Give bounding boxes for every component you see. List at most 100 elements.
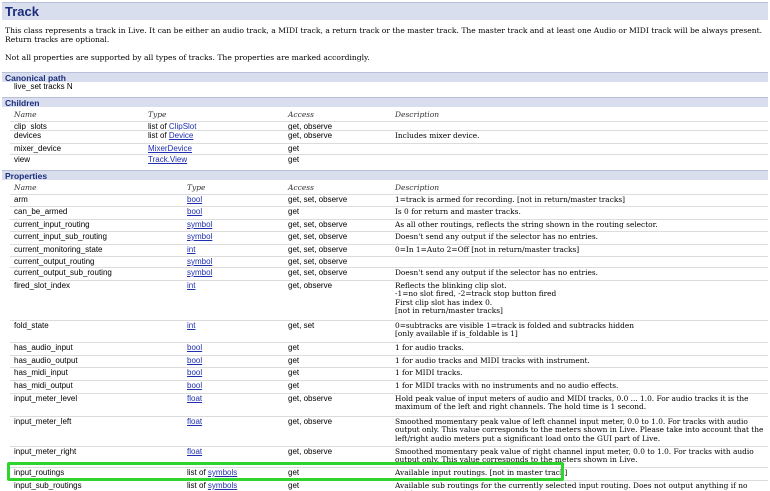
intro-note: Not all properties are supported by all …: [5, 53, 370, 62]
children-header: Children: [2, 97, 768, 108]
type-link[interactable]: bool: [187, 356, 202, 365]
type-link[interactable]: int: [187, 321, 195, 330]
property-type: bool: [187, 368, 202, 377]
property-name: devices: [14, 131, 42, 140]
type-link[interactable]: int: [187, 245, 195, 254]
property-description: 1=track is armed for recording. [not in …: [395, 194, 625, 204]
type-link[interactable]: symbol: [187, 220, 212, 229]
property-access: get, observe: [288, 447, 333, 456]
property-access: get, set, observe: [288, 245, 348, 254]
property-name: current_input_routing: [14, 220, 90, 229]
property-type: symbol: [187, 220, 212, 229]
property-type: list of symbols: [187, 481, 237, 490]
property-type: MixerDevice: [148, 144, 192, 153]
type-prefix: list of: [148, 131, 169, 140]
column-header-description: Description: [395, 110, 440, 119]
canonical-path-header: Canonical path: [2, 72, 768, 83]
type-link[interactable]: symbols: [208, 481, 237, 490]
type-link[interactable]: symbol: [187, 268, 212, 277]
property-access: get: [288, 481, 300, 490]
column-header-name: Name: [14, 110, 37, 119]
type-link[interactable]: bool: [187, 195, 202, 204]
property-name: fold_state: [14, 321, 49, 330]
property-type: int: [187, 321, 195, 330]
property-type: int: [187, 281, 195, 290]
property-access: get, set, observe: [288, 257, 348, 266]
page-title-bar: Track: [2, 2, 768, 20]
property-name: view: [14, 155, 31, 164]
property-name: current_input_sub_routing: [14, 232, 107, 241]
type-link[interactable]: float: [187, 417, 202, 426]
property-type: float: [187, 447, 202, 456]
column-header-type: Type: [148, 110, 167, 119]
type-link[interactable]: bool: [187, 343, 202, 352]
property-type: float: [187, 394, 202, 403]
properties-header: Properties: [2, 170, 768, 181]
type-link[interactable]: MixerDevice: [148, 144, 192, 153]
property-name: has_audio_input: [14, 343, 73, 352]
type-link[interactable]: bool: [187, 368, 202, 377]
property-access: get: [288, 144, 300, 153]
property-type: symbol: [187, 257, 212, 266]
property-description: As all other routings, reflects the stri…: [395, 219, 658, 229]
type-link[interactable]: Track.View: [148, 155, 187, 164]
property-type: float: [187, 417, 202, 426]
row-divider: [10, 256, 768, 257]
column-header-name: Name: [14, 183, 37, 192]
property-name: has_midi_input: [14, 368, 68, 377]
property-access: get, set, observe: [288, 232, 348, 241]
property-name: fired_slot_index: [14, 281, 71, 290]
type-link[interactable]: symbol: [187, 257, 212, 266]
property-name: input_sub_routings: [14, 481, 82, 490]
highlight-box: [7, 462, 564, 481]
property-description: 0=In 1=Auto 2=Off [not in return/master …: [395, 244, 580, 254]
property-type: bool: [187, 381, 202, 390]
property-description: 0=subtracks are visible 1=track is folde…: [395, 320, 634, 339]
type-link[interactable]: bool: [187, 381, 202, 390]
property-description: 1 for audio tracks and MIDI tracks with …: [395, 355, 590, 365]
type-link[interactable]: int: [187, 281, 195, 290]
property-name: has_audio_output: [14, 356, 78, 365]
type-link[interactable]: symbol: [187, 232, 212, 241]
property-description: Hold peak value of input meters of audio…: [395, 393, 749, 412]
property-access: get, set: [288, 321, 315, 330]
property-name: arm: [14, 195, 28, 204]
property-access: get: [288, 207, 300, 216]
property-type: bool: [187, 207, 202, 216]
intro-paragraph: This class represents a track in Live. I…: [5, 26, 763, 44]
property-description: Smoothed momentary peak value of left ch…: [395, 416, 764, 443]
property-type: Track.View: [148, 155, 187, 164]
property-access: get, observe: [288, 281, 333, 290]
property-description: Is 0 for return and master tracks.: [395, 206, 521, 216]
type-link[interactable]: float: [187, 394, 202, 403]
column-header-type: Type: [187, 183, 206, 192]
type-link[interactable]: float: [187, 447, 202, 456]
type-link[interactable]: Device: [169, 131, 193, 140]
property-description: 1 for audio tracks.: [395, 342, 464, 352]
property-name: mixer_device: [14, 144, 62, 153]
property-type: list of Device: [148, 131, 193, 140]
property-name: current_output_routing: [14, 257, 95, 266]
property-type: symbol: [187, 268, 212, 277]
property-name: input_meter_left: [14, 417, 72, 426]
property-description: 1 for MIDI tracks with no instruments an…: [395, 380, 619, 390]
column-header-access: Access: [288, 110, 314, 119]
property-name: can_be_armed: [14, 207, 68, 216]
property-access: get, observe: [288, 131, 333, 140]
property-access: get: [288, 381, 300, 390]
property-description: Doesn't send any output if the selector …: [395, 231, 598, 241]
type-prefix: list of: [187, 481, 208, 490]
property-access: get, set, observe: [288, 195, 348, 204]
property-access: get, set, observe: [288, 220, 348, 229]
property-description: Available sub routings for the currently…: [395, 480, 748, 491]
row-divider: [10, 121, 768, 122]
type-link[interactable]: bool: [187, 207, 202, 216]
property-name: current_monitoring_state: [14, 245, 103, 254]
property-access: get: [288, 368, 300, 377]
property-description: Reflects the blinking clip slot. -1=no sl…: [395, 280, 557, 316]
property-type: symbol: [187, 232, 212, 241]
property-type: bool: [187, 356, 202, 365]
row-divider: [10, 154, 768, 155]
property-access: get, observe: [288, 417, 333, 426]
property-name: current_output_sub_routing: [14, 268, 112, 277]
